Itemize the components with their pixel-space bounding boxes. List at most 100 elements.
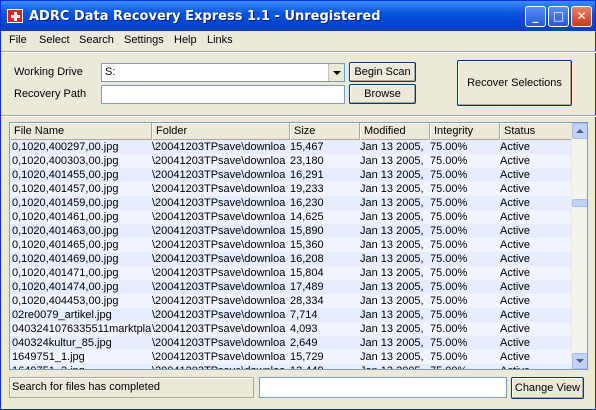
table-row[interactable]: 1649751_2.jpg\20041203TPsave\downloa13,4… [10, 364, 572, 369]
window-title: ADRC Data Recovery Express 1.1 - Unregis… [29, 9, 381, 24]
table-cell: \20041203TPsave\downloa [152, 239, 286, 251]
table-row[interactable]: 0,1020,401465,00.jpg \20041203TPsave\down… [10, 238, 572, 252]
table-row[interactable]: 0,1020,401474,00.jpg \20041203TPsave\down… [10, 280, 572, 294]
scroll-down-icon[interactable] [572, 353, 587, 369]
table-cell: \20041203TPsave\downloa [152, 141, 286, 153]
column-size[interactable]: Size [290, 123, 360, 140]
table-cell: 75.00% [430, 155, 468, 167]
table-row[interactable]: 0,1020,401463,00.jpg \20041203TPsave\down… [10, 224, 572, 238]
recover-selections-button[interactable]: Recover Selections [457, 60, 572, 106]
table-cell: 7,714 [290, 309, 318, 321]
minimize-button[interactable]: _ [525, 6, 546, 27]
table-cell: \20041203TPsave\downloa [152, 309, 286, 321]
maximize-button[interactable]: □ [548, 6, 569, 27]
list-header: File Name Folder Size Modified Integrity… [10, 123, 572, 140]
table-cell: 0,1020,400303,00.jpg [12, 155, 119, 167]
table-cell: 0,1020,401463,00.jpg [12, 225, 119, 237]
table-row[interactable]: 0,1020,401457,00.jpg \20041203TPsave\down… [10, 182, 572, 196]
table-cell: 75.00% [430, 364, 498, 369]
table-row[interactable]: 0,1020,401469,00.jpg \20041203TPsave\down… [10, 252, 572, 266]
table-cell: 75.00% [430, 267, 468, 279]
change-view-button[interactable]: Change View [511, 377, 584, 399]
app-red-cross-icon [7, 9, 23, 23]
table-cell: 0,1020,400297,00.jpg [12, 141, 119, 153]
table-cell: 75.00% [430, 169, 468, 181]
table-cell: Jan 13 2005, [360, 267, 424, 279]
table-cell: 0,1020,401471,00.jpg [12, 267, 119, 279]
table-row[interactable]: 0,1020,404453,00.jpg \20041203TPsave\down… [10, 294, 572, 308]
table-cell: \20041203TPsave\downloa [152, 169, 286, 181]
table-cell: Jan 13 2005, [360, 211, 424, 223]
recovery-path-input[interactable] [101, 85, 345, 104]
table-cell: 0,1020,401465,00.jpg [12, 239, 119, 251]
table-cell: 0,1020,401455,00.jpg [12, 169, 119, 181]
table-cell: Active [500, 281, 530, 293]
menu-help[interactable]: Help [174, 34, 197, 46]
table-cell: 75.00% [430, 253, 468, 265]
table-cell: 75.00% [430, 309, 468, 321]
table-row[interactable]: 1649751_1.jpg \20041203TPsave\downloa 15,7… [10, 350, 572, 364]
table-cell: Jan 13 2005, [360, 155, 424, 167]
table-cell: Jan 13 2005, [360, 239, 424, 251]
table-cell: \20041203TPsave\downloa [152, 253, 286, 265]
table-row[interactable]: 0,1020,401459,00.jpg \20041203TPsave\down… [10, 196, 572, 210]
table-cell: 15,467 [290, 141, 324, 153]
working-drive-value: S: [105, 66, 116, 78]
browse-button[interactable]: Browse [349, 84, 416, 104]
table-cell: Active [500, 141, 530, 153]
column-file-name[interactable]: File Name [10, 123, 152, 140]
table-row[interactable]: 02re0079_artikel.jpg \20041203TPsave\down… [10, 308, 572, 322]
table-row[interactable]: 040324107633551​1marktpla \20041203TPsave… [10, 322, 572, 336]
table-row[interactable]: 040324kultur_85.jpg \20041203TPsave\downl… [10, 336, 572, 350]
file-list[interactable]: File Name Folder Size Modified Integrity… [9, 122, 588, 370]
begin-scan-button[interactable]: Begin Scan [349, 62, 416, 82]
vertical-scrollbar[interactable] [571, 123, 587, 369]
table-cell: Active [500, 253, 530, 265]
column-status[interactable]: Status [500, 123, 572, 140]
table-cell: 75.00% [430, 337, 468, 349]
dropdown-arrow-icon[interactable] [328, 64, 344, 81]
menu-select[interactable]: Select [39, 34, 70, 46]
status-message: Search for files has completed [9, 377, 254, 398]
table-cell: Active [500, 169, 530, 181]
column-modified[interactable]: Modified [360, 123, 430, 140]
table-cell: 15,804 [290, 267, 324, 279]
close-button[interactable]: ✕ [571, 6, 592, 27]
table-cell: \20041203TPsave\downloa [152, 211, 286, 223]
scroll-thumb[interactable] [572, 199, 587, 207]
table-cell: 040324107633551​1marktpla [12, 323, 152, 335]
menu-file[interactable]: File [9, 34, 27, 46]
table-row[interactable]: 0,1020,400297,00.jpg \20041203TPsave\down… [10, 140, 572, 154]
title-bar[interactable]: ADRC Data Recovery Express 1.1 - Unregis… [1, 1, 595, 31]
table-cell: 16,291 [290, 169, 324, 181]
table-cell: Active [500, 309, 530, 321]
menu-settings[interactable]: Settings [124, 34, 164, 46]
table-cell: 75.00% [430, 183, 468, 195]
menu-links[interactable]: Links [207, 34, 233, 46]
table-cell: \20041203TPsave\downloa [152, 267, 286, 279]
table-cell: Jan 13 2005, [360, 197, 424, 209]
table-cell: Jan 13 2005, [360, 295, 424, 307]
scroll-up-icon[interactable] [572, 123, 587, 139]
table-cell: 0,1020,401459,00.jpg [12, 197, 119, 209]
table-row[interactable]: 0,1020,401455,00.jpg \20041203TPsave\down… [10, 168, 572, 182]
table-cell: \20041203TPsave\downloa [152, 225, 286, 237]
column-folder[interactable]: Folder [152, 123, 290, 140]
table-cell: 1649751_2.jpg [12, 364, 152, 369]
table-cell: Active [500, 183, 530, 195]
column-integrity[interactable]: Integrity [430, 123, 500, 140]
table-row[interactable]: 0,1020,400303,00.jpg \20041203TPsave\down… [10, 154, 572, 168]
table-cell: Jan 13 2005, [360, 281, 424, 293]
table-cell: 0,1020,404453,00.jpg [12, 295, 119, 307]
table-row[interactable]: 0,1020,401471,00.jpg \20041203TPsave\down… [10, 266, 572, 280]
table-cell: 0,1020,401461,00.jpg [12, 211, 119, 223]
menu-search[interactable]: Search [79, 34, 114, 46]
table-cell: 75.00% [430, 141, 468, 153]
table-cell: 13,449 [290, 364, 358, 369]
table-row[interactable]: 0,1020,401461,00.jpg \20041203TPsave\down… [10, 210, 572, 224]
table-cell: 75.00% [430, 211, 468, 223]
table-cell: Jan 13 2005, [360, 351, 424, 363]
table-cell: 15,729 [290, 351, 324, 363]
working-drive-combo[interactable]: S: [101, 63, 345, 82]
table-cell: 19,233 [290, 183, 324, 195]
